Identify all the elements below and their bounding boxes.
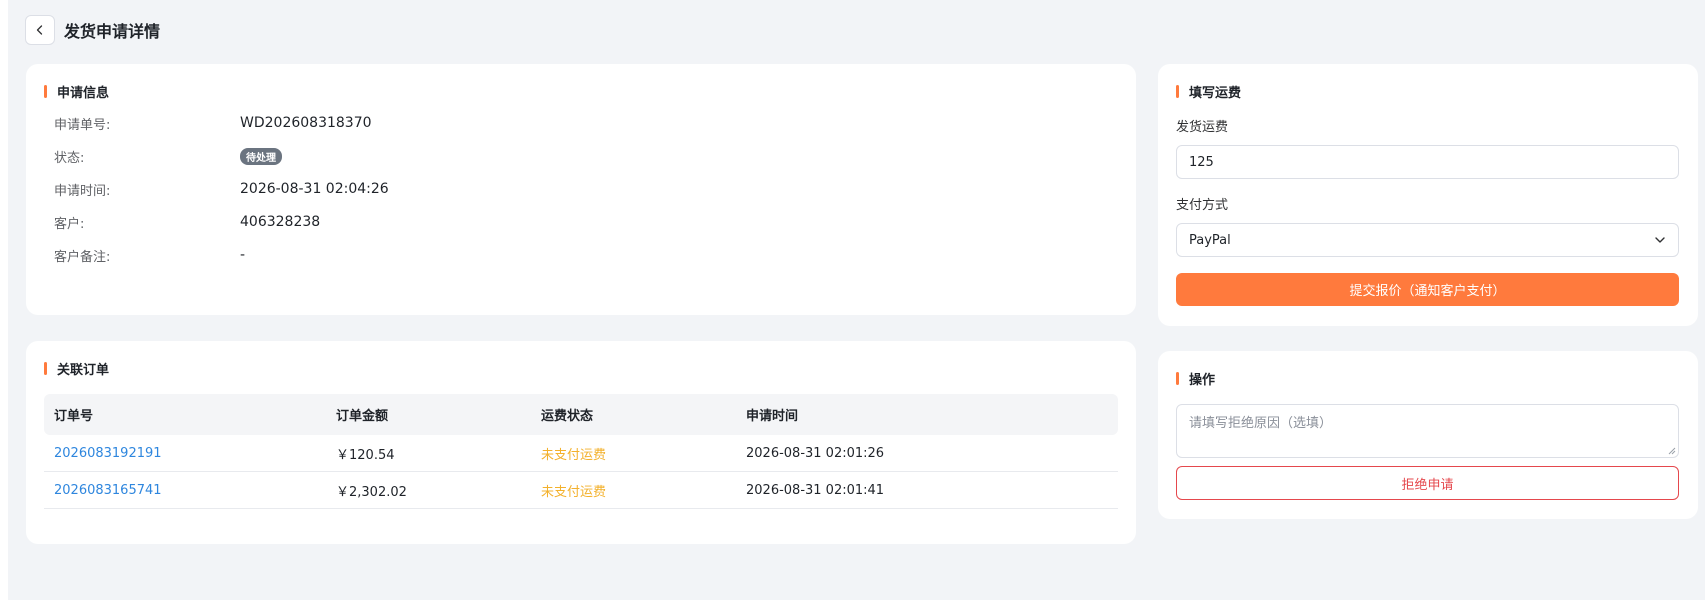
table-header: 订单号 订单金额 运费状态 申请时间 [44, 394, 1118, 435]
resize-handle-icon[interactable] [1667, 446, 1676, 455]
info-label: 申请单号: [54, 117, 111, 133]
table-row: 2026083165741 ￥2,302.02 未支付运费 2026-08-31… [44, 472, 1118, 509]
order-number-link[interactable]: 2026083192191 [44, 446, 336, 461]
customer-remark: - [240, 247, 246, 263]
order-amount: ￥120.54 [336, 447, 395, 463]
info-label: 客户: [54, 216, 85, 232]
info-row-time: 申请时间: 2026-08-31 02:04:26 [54, 178, 389, 200]
info-label: 申请时间: [54, 183, 111, 199]
operation-title: 操作 [1176, 369, 1215, 388]
page-title: 发货申请详情 [64, 22, 161, 41]
application-info-card: 申请信息 申请单号: WD202608318370 状态: 待处理 申请时间: … [26, 64, 1136, 315]
freight-card: 填写运费 发货运费 125 支付方式 PayPal 提交报价（通知客户支付） [1158, 64, 1698, 326]
freight-title: 填写运费 [1176, 82, 1241, 101]
order-number-link[interactable]: 2026083165741 [44, 483, 336, 498]
column-header-freight-status: 运费状态 [541, 409, 594, 424]
reject-reason-placeholder: 请填写拒绝原因（选填） [1189, 416, 1333, 431]
application-info-title-text: 申请信息 [57, 86, 110, 101]
application-number: WD202608318370 [240, 115, 372, 131]
application-time: 2026-08-31 02:04:26 [240, 181, 389, 197]
table-row: 2026083192191 ￥120.54 未支付运费 2026-08-31 0… [44, 435, 1118, 472]
freight-status: 未支付运费 [541, 484, 607, 500]
operation-card: 操作 请填写拒绝原因（选填） 拒绝申请 [1158, 351, 1698, 519]
title-accent-bar [44, 362, 47, 375]
related-orders-card: 关联订单 订单号 订单金额 运费状态 申请时间 2026083192191 ￥1… [26, 341, 1136, 544]
chevron-down-icon [1655, 237, 1665, 243]
title-accent-bar [1176, 372, 1179, 385]
order-time: 2026-08-31 02:01:26 [746, 445, 885, 461]
column-header-amount: 订单金额 [336, 409, 389, 424]
customer-id: 406328238 [240, 214, 321, 230]
back-button[interactable] [25, 15, 55, 45]
order-time: 2026-08-31 02:01:41 [746, 482, 885, 498]
info-row-customer: 客户: 406328238 [54, 211, 320, 233]
payment-method-select[interactable]: PayPal [1176, 223, 1679, 257]
related-orders-title-text: 关联订单 [57, 363, 110, 378]
page: 发货申请详情 申请信息 申请单号: WD202608318370 状态: 待处理… [8, 0, 1705, 600]
chevron-left-icon [36, 25, 43, 35]
info-label: 客户备注: [54, 249, 111, 265]
reject-reason-textarea[interactable]: 请填写拒绝原因（选填） [1176, 404, 1679, 458]
freight-fee-value: 125 [1189, 154, 1214, 170]
payment-method-value: PayPal [1189, 232, 1231, 248]
reject-button[interactable]: 拒绝申请 [1176, 466, 1679, 500]
operation-title-text: 操作 [1189, 373, 1216, 388]
column-header-order-no: 订单号 [54, 409, 94, 424]
related-orders-title: 关联订单 [44, 359, 109, 378]
order-amount: ￥2,302.02 [336, 484, 407, 500]
application-info-title: 申请信息 [44, 82, 109, 101]
page-header: 发货申请详情 [25, 14, 160, 46]
left-edge [0, 0, 8, 600]
freight-title-text: 填写运费 [1189, 86, 1242, 101]
payment-method-label: 支付方式 [1176, 198, 1229, 213]
status-badge: 待处理 [240, 147, 282, 165]
title-accent-bar [44, 85, 47, 98]
info-row-status: 状态: 待处理 [54, 145, 282, 167]
submit-quote-button[interactable]: 提交报价（通知客户支付） [1176, 273, 1679, 306]
freight-status: 未支付运费 [541, 447, 607, 463]
title-accent-bar [1176, 85, 1179, 98]
orders-table: 订单号 订单金额 运费状态 申请时间 2026083192191 ￥120.54… [44, 394, 1118, 509]
info-label: 状态: [54, 150, 85, 166]
freight-fee-label: 发货运费 [1176, 120, 1229, 135]
column-header-time: 申请时间 [746, 409, 799, 424]
info-row-remark: 客户备注: - [54, 244, 245, 266]
freight-fee-input[interactable]: 125 [1176, 145, 1679, 179]
info-row-number: 申请单号: WD202608318370 [54, 112, 372, 134]
